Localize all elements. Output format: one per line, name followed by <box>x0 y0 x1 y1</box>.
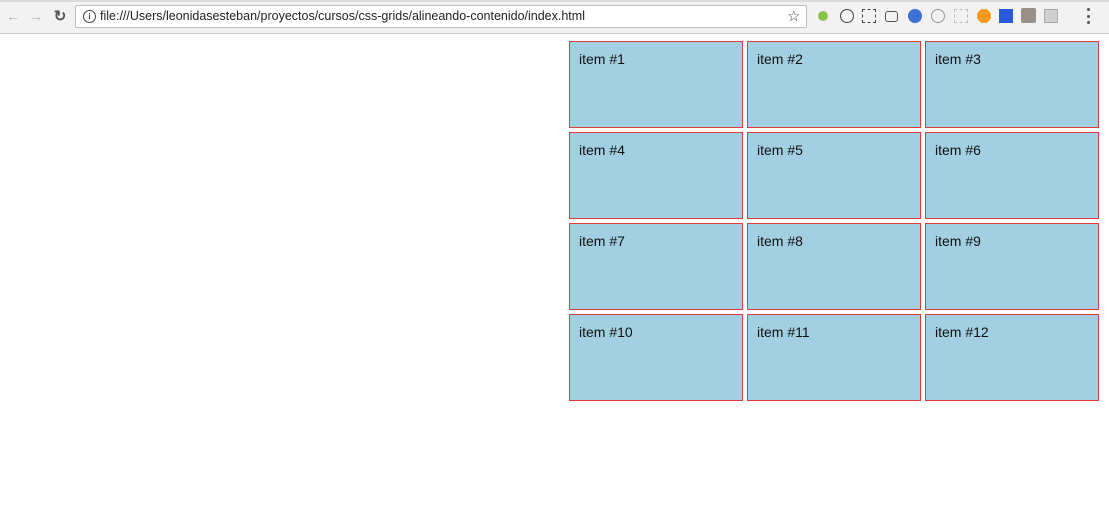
info-extension-icon[interactable] <box>840 9 854 23</box>
camera-icon[interactable] <box>885 11 898 22</box>
grey-box-icon[interactable] <box>1044 9 1058 23</box>
grid-item-7: item #7 <box>569 223 743 310</box>
browser-toolbar: ← → ↻ i file:///Users/leonidasesteban/pr… <box>0 0 1109 34</box>
play-circle-icon[interactable] <box>931 9 945 23</box>
blue-flag-icon[interactable] <box>999 9 1013 23</box>
grid-item-9: item #9 <box>925 223 1099 310</box>
grid-item-2: item #2 <box>747 41 921 128</box>
capture-icon[interactable] <box>862 9 876 23</box>
grid-item-4: item #4 <box>569 132 743 219</box>
blue-dot-icon[interactable] <box>908 9 922 23</box>
page-content: item #1 item #2 item #3 item #4 item #5 … <box>0 35 1109 517</box>
address-bar[interactable]: i file:///Users/leonidasesteban/proyecto… <box>75 5 807 28</box>
reload-icon[interactable]: ↻ <box>50 6 70 26</box>
grid-item-12: item #12 <box>925 314 1099 401</box>
items-grid: item #1 item #2 item #3 item #4 item #5 … <box>569 41 1099 401</box>
orange-play-icon[interactable] <box>977 9 991 23</box>
dashed-square-icon[interactable] <box>954 9 968 23</box>
grid-item-3: item #3 <box>925 41 1099 128</box>
grid-item-5: item #5 <box>747 132 921 219</box>
grid-item-10: item #10 <box>569 314 743 401</box>
bookmark-star-icon[interactable]: ☆ <box>787 7 800 25</box>
tabstrip-edge <box>0 0 1109 2</box>
grid-item-1: item #1 <box>569 41 743 128</box>
info-icon[interactable]: i <box>83 10 96 23</box>
back-arrow-icon[interactable]: ← <box>3 6 23 26</box>
puzzle-badge-icon[interactable] <box>1021 8 1036 23</box>
grid-item-6: item #6 <box>925 132 1099 219</box>
grid-item-11: item #11 <box>747 314 921 401</box>
url-text[interactable]: file:///Users/leonidasesteban/proyectos/… <box>100 9 585 23</box>
grid-item-8: item #8 <box>747 223 921 310</box>
menu-dots-icon[interactable] <box>1086 8 1090 24</box>
forward-arrow-icon[interactable]: → <box>26 6 46 26</box>
android-icon[interactable] <box>818 11 828 21</box>
